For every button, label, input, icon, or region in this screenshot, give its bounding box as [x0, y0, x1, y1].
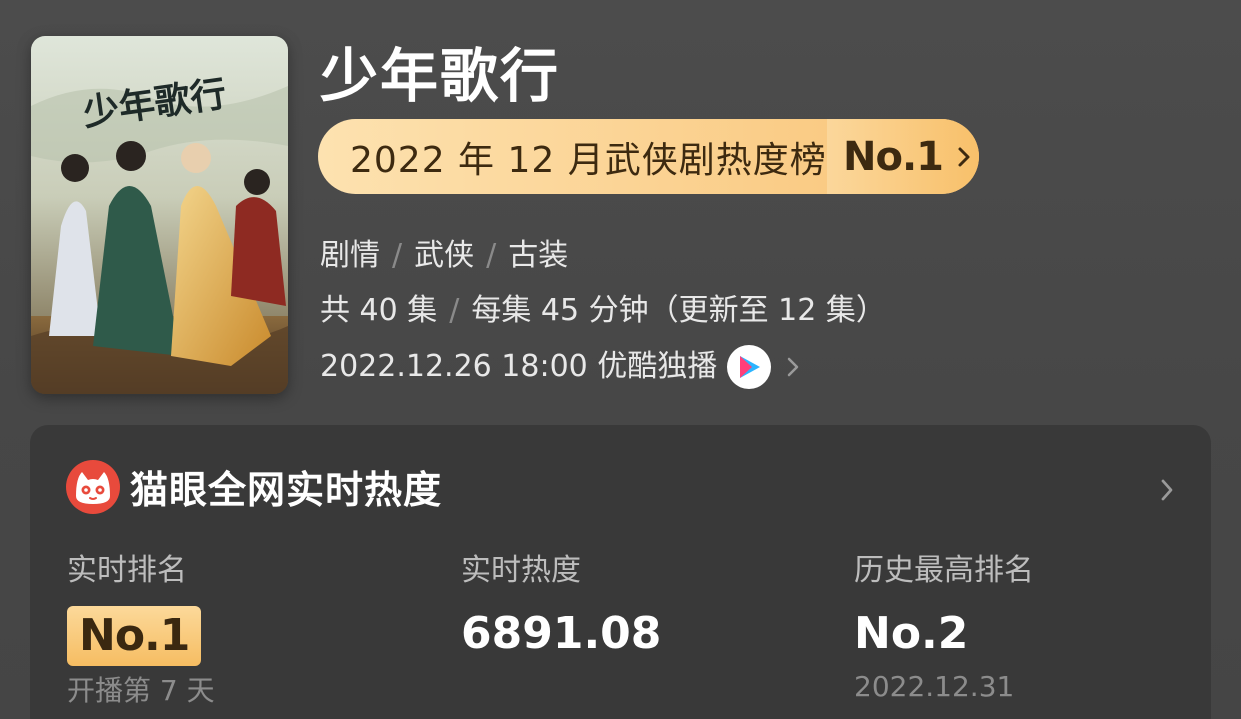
episode-total: 共 40 集: [320, 293, 438, 328]
episode-info: 共 40 集 / 每集 45 分钟（更新至 12 集）: [320, 291, 886, 331]
release-text: 2022.12.26 18:00 优酷独播: [320, 349, 718, 384]
rank-banner-button[interactable]: 2022 年 12 月武侠剧热度榜 No.1: [318, 119, 979, 194]
maoyan-cat-icon: [66, 459, 120, 514]
stat-label: 实时排名: [67, 553, 187, 588]
rank-banner-label: 2022 年 12 月武侠剧热度榜: [350, 139, 827, 181]
stat-value: No.2: [854, 608, 969, 659]
separator: /: [486, 238, 497, 273]
chevron-right-icon: [958, 147, 970, 166]
drama-title: 少年歌行: [320, 42, 561, 110]
rank-banner-rank: No.1: [843, 133, 944, 180]
genre-tag: 古装: [508, 238, 569, 273]
rank-badge: No.1: [67, 606, 202, 666]
stat-value: 6891.08: [461, 608, 662, 659]
drama-detail-page: 少年歌行 少年歌行 2022 年 12 月武侠剧热度榜 No.1 剧情 / 武侠…: [0, 0, 1241, 719]
separator: /: [392, 238, 403, 273]
poster-image: 少年歌行: [31, 36, 288, 394]
stat-sub: 2022.12.31: [854, 670, 1015, 703]
card-header: 猫眼全网实时热度: [66, 459, 442, 514]
genre-tag: 武侠: [414, 238, 475, 273]
youku-icon: [727, 345, 772, 389]
separator: /: [449, 293, 460, 328]
stat-realtime-rank: 实时排名 No.1 开播第 7 天: [67, 552, 215, 708]
stat-realtime-heat: 实时热度 6891.08: [461, 552, 661, 662]
maoyan-heat-card[interactable]: 猫眼全网实时热度 实时排名 No.1 开播第 7 天 实时热度 6891.08 …: [30, 425, 1211, 719]
rank-banner-rank-area: No.1: [827, 119, 979, 194]
chevron-right-icon[interactable]: [1157, 477, 1177, 503]
stat-value: No.1: [67, 606, 215, 666]
card-title: 猫眼全网实时热度: [130, 468, 443, 512]
release-info-link[interactable]: 2022.12.26 18:00 优酷独播: [320, 345, 803, 389]
genre-tag: 剧情: [320, 238, 380, 273]
stat-highest-rank: 历史最高排名 No.2 2022.12.31: [854, 552, 1034, 704]
stat-label: 实时热度: [461, 553, 581, 588]
drama-poster[interactable]: 少年歌行: [31, 36, 288, 394]
genre-tags: 剧情 / 武侠 / 古装: [320, 236, 568, 276]
stat-label: 历史最高排名: [854, 553, 1034, 588]
chevron-right-icon: [788, 357, 799, 377]
episode-detail: 每集 45 分钟（更新至 12 集）: [471, 293, 886, 328]
stat-sub: 开播第 7 天: [67, 674, 215, 707]
